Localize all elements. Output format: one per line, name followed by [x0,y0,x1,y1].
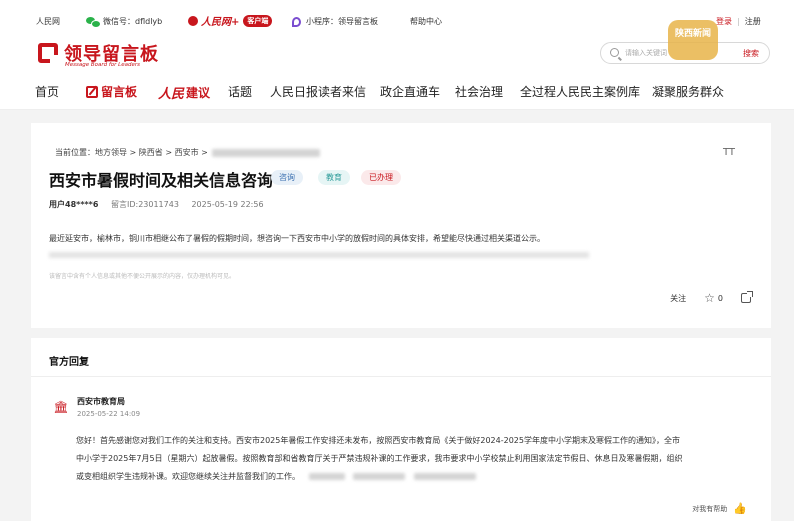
message-time: 2025-05-19 22:56 [191,200,264,209]
rmw-logo-icon [188,15,198,26]
nav-topics[interactable]: 话题 [228,83,252,100]
nav-home[interactable]: 首页 [35,83,59,100]
nav-message-board[interactable]: 留言板 [86,83,137,100]
nav-jianyi-label: 建议 [186,86,211,100]
client-badge: 客户端 [243,14,273,27]
board-logo-icon[interactable] [38,43,58,63]
field-tag: 教育 [318,170,350,185]
miniprogram-link[interactable]: 小程序：领导留言板 [292,16,378,27]
rmw-logo-text: 人民网+ [201,17,240,28]
helpful-button[interactable]: 对我有帮助 👍 [692,502,747,515]
blurred-content [49,252,589,258]
site-label: 人民网 [36,17,60,26]
message-id: 留言ID:23011743 [110,200,179,209]
star-icon[interactable]: ☆ [704,291,715,305]
message-card: 当前位置：地方领导 > 陕西省 > 西安市 > TT 西安市暑假时间及相关信息咨… [31,123,771,328]
reply-date: 2025-05-22 14:09 [77,410,141,418]
share-icon[interactable] [741,291,753,303]
reply-line: 或变相组织学生违规补课。欢迎您继续关注并监督我们的工作。 [76,472,300,481]
nav-social[interactable]: 社会治理 [455,83,503,100]
wechat-icon [86,16,101,28]
wechat-link[interactable]: 微信号：dfldlyb [86,16,163,28]
miniprogram-icon [292,16,301,27]
reply-line: 您好！首先感谢您对我们工作的关注和支持。西安市2025年暑假工作安排还未发布，按… [76,436,680,445]
nav-jianyi[interactable]: 人民 建议 [158,83,210,102]
shaanxi-news-watermark: 陕西新闻 [668,20,718,60]
reply-org-name: 西安市教育局 [77,397,125,406]
follow-button[interactable]: 关注 [670,293,686,304]
reply-heading: 官方回复 [49,357,89,368]
message-content: 最近延安市，榆林市，铜川市相继公布了暑假的假期时间，想咨询一下西安市中小学的放假… [49,234,545,243]
login-link[interactable]: 登录 [716,16,732,27]
search-button[interactable]: 搜索 [743,48,759,59]
divider [31,376,771,377]
like-count: 0 [717,293,723,303]
author-name: 用户48****6 [49,200,99,209]
auth-separator: | [737,17,740,26]
help-center-link[interactable]: 帮助中心 [410,16,442,27]
breadcrumb-path[interactable]: 当前位置：地方领导 > 陕西省 > 西安市 > [55,147,208,158]
miniprogram-label: 小程序：领导留言板 [306,17,378,26]
message-actions: 关注 ☆ 0 [670,291,753,305]
breadcrumb: 当前位置：地方领导 > 陕西省 > 西安市 > [55,147,320,158]
reply-text: 您好！首先感谢您对我们工作的关注和支持。西安市2025年暑假工作安排还未发布，按… [76,432,756,486]
register-link[interactable]: 注册 [745,16,761,27]
font-size-icon[interactable]: TT [723,147,735,158]
reply-line: 中小学于2025年7月5日（星期六）起放暑假。按照教育部和省教育厅关于严禁违规补… [76,454,683,463]
nav-board-label: 留言板 [101,85,138,99]
site-link[interactable]: 人民网 [36,16,60,27]
reply-line-3: 或变相组织学生违规补课。欢迎您继续关注并监督我们的工作。 [76,468,756,486]
rmw-app-link[interactable]: 人民网+ 客户端 [188,13,273,28]
government-building-icon: 🏛 [53,400,69,414]
search-icon [610,48,619,57]
nav-democracy[interactable]: 全过程人民民主案例库 [520,83,640,100]
main-nav: 首页 留言板 人民 建议 话题 人民日报读者来信 政企直通车 社会治理 全过程人民… [0,70,794,110]
privacy-notice: 该留言中含有个人信息或其他不便公开展示的内容，仅办理机构可见。 [49,273,236,280]
thumbs-up-icon: 👍 [733,502,747,515]
type-tag: 咨询 [271,170,303,185]
renmin-logo-text: 人民 [158,87,185,102]
blurred-region [308,473,345,480]
helpful-label: 对我有帮助 [692,504,728,513]
blurred-region [211,148,320,157]
nav-zhengqi[interactable]: 政企直通车 [380,83,440,100]
blurred-region [353,473,406,480]
message-title: 西安市暑假时间及相关信息咨询 [49,171,274,190]
auth-links: 登录 | 注册 [716,16,761,27]
status-badge: 已办理 [361,170,401,185]
edit-icon [86,85,98,98]
reply-card: 官方回复 🏛 西安市教育局 2025-05-22 14:09 您好！首先感谢您对… [31,338,771,521]
wechat-label: 微信号：dfldlyb [103,17,163,26]
nav-service[interactable]: 凝聚服务群众 [652,83,724,100]
nav-letters[interactable]: 人民日报读者来信 [270,83,366,100]
message-meta: 用户48****6 留言ID:23011743 2025-05-19 22:56 [49,199,274,210]
blurred-region [413,473,476,480]
site-subtitle: Message Board for Leaders [65,62,140,68]
